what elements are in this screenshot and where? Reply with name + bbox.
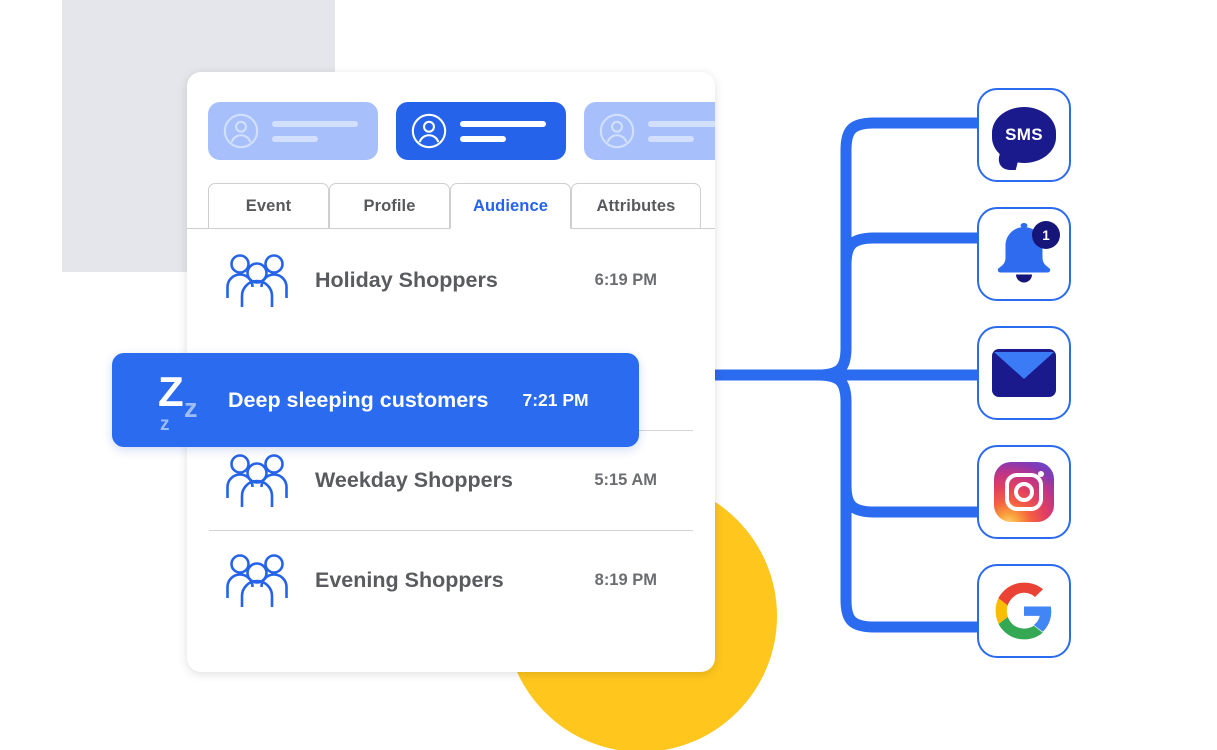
- tab-event[interactable]: Event: [208, 183, 329, 229]
- placeholder-lines: [460, 120, 546, 142]
- notification-badge: 1: [1032, 221, 1060, 249]
- profile-pill-1[interactable]: [208, 102, 378, 160]
- list-item[interactable]: Evening Shoppers 8:19 PM: [187, 530, 715, 630]
- placeholder-line: [460, 135, 506, 142]
- placeholder-line: [648, 120, 715, 127]
- user-avatar-icon: [411, 113, 447, 149]
- zzz-medium: z: [184, 393, 198, 423]
- instagram-dot: [1038, 471, 1044, 477]
- illustration-stage: Event Profile Audience Attributes Holida…: [0, 0, 1217, 750]
- tab-bar: Event Profile Audience Attributes: [187, 182, 715, 229]
- selected-item-name: Deep sleeping customers: [228, 387, 489, 412]
- google-g-icon: [995, 582, 1052, 640]
- bell-notification-icon: 1: [991, 221, 1060, 285]
- channel-tile-push[interactable]: 1: [977, 207, 1071, 301]
- profile-pill-2-selected[interactable]: [396, 102, 566, 160]
- list-item-name: Holiday Shoppers: [315, 267, 498, 292]
- selected-item-time: 7:21 PM: [522, 389, 589, 410]
- zzz-large: Z: [158, 368, 184, 415]
- list-item-time: 8:19 PM: [594, 570, 657, 589]
- people-group-icon: [226, 254, 288, 307]
- placeholder-lines: [648, 120, 715, 142]
- sms-message-icon: SMS: [992, 107, 1056, 170]
- channel-tile-email[interactable]: [977, 326, 1071, 420]
- placeholder-line: [272, 135, 318, 142]
- list-item-name: Weekday Shoppers: [315, 467, 513, 492]
- envelope-mail-icon: [992, 349, 1056, 397]
- list-item[interactable]: Holiday Shoppers 6:19 PM: [187, 230, 715, 330]
- list-item-name: Evening Shoppers: [315, 567, 504, 592]
- people-group-icon: [226, 554, 288, 607]
- sleeping-zzz-icon: Z z z: [142, 365, 208, 435]
- placeholder-line: [272, 120, 358, 127]
- channel-tile-google[interactable]: [977, 564, 1071, 658]
- people-group-icon: [226, 454, 288, 507]
- tab-audience[interactable]: Audience: [450, 183, 571, 229]
- placeholder-lines: [272, 120, 358, 142]
- list-item-time: 6:19 PM: [594, 270, 657, 289]
- user-avatar-icon: [599, 113, 635, 149]
- instagram-icon: [994, 462, 1054, 522]
- tab-profile[interactable]: Profile: [329, 183, 450, 229]
- placeholder-line: [460, 120, 546, 127]
- channel-tile-instagram[interactable]: [977, 445, 1071, 539]
- list-item-time: 5:15 AM: [594, 470, 657, 489]
- sms-label: SMS: [1005, 125, 1043, 144]
- profile-pill-3[interactable]: [584, 102, 715, 160]
- profile-pill-row: [187, 102, 715, 162]
- instagram-lens: [1014, 482, 1034, 502]
- channel-tile-sms[interactable]: SMS: [977, 88, 1071, 182]
- tab-attributes[interactable]: Attributes: [571, 183, 701, 229]
- placeholder-line: [648, 135, 694, 142]
- user-avatar-icon: [223, 113, 259, 149]
- selected-audience-item[interactable]: Z z z Deep sleeping customers 7:21 PM: [112, 353, 639, 447]
- zzz-small: z: [160, 414, 170, 435]
